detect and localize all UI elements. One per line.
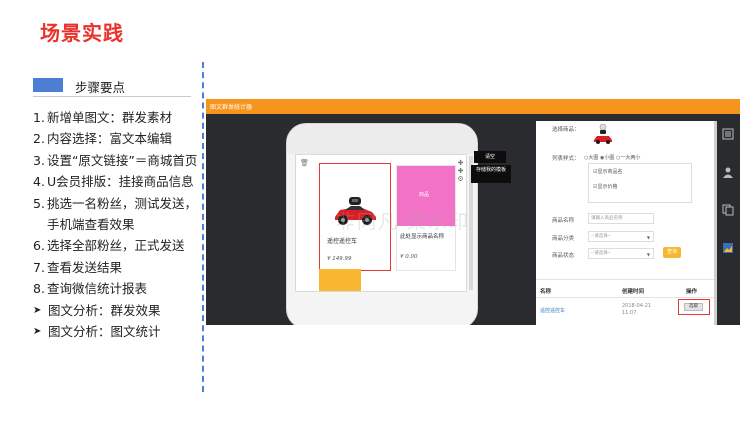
selected-product-thumbnail[interactable] [592, 124, 614, 144]
table-header-name: 名称 [540, 289, 552, 295]
app-header-bar: 图文群发统计器 [206, 99, 740, 114]
step-marker: 2. [33, 131, 45, 147]
step-item: ➤ 图文分析：群发效果 [33, 300, 201, 321]
step-item: 3. 设置“原文链接”＝商城首页 [33, 150, 201, 171]
list-style-label: 列表样式： [552, 156, 580, 162]
yellow-content-block [319, 269, 361, 291]
steps-header-accent-bar [33, 78, 63, 92]
user-icon[interactable] [722, 163, 734, 178]
app-header-title: 图文群发统计器 [210, 104, 253, 111]
save-template-tooltip-button[interactable]: 存储我的模板 [471, 165, 511, 183]
step-item: 6. 选择全部粉丝，正式发送 [33, 235, 201, 256]
step-text: 设置“原文链接”＝商城首页 [46, 152, 198, 168]
display-options-box: ☑显示商品名 ☑显示价格 [588, 163, 692, 203]
step-item: 7. 查看发送结果 [33, 257, 201, 278]
step-marker: 1. [33, 110, 45, 125]
list-style-options: ○大图 ◉小图 ○一大两小 [584, 154, 640, 161]
trash-icon[interactable]: 🗑 [300, 159, 309, 167]
arrow-bullet-icon: ➤ [33, 304, 42, 316]
settings-icon[interactable]: ⚙ [456, 175, 465, 183]
move-controls: ✚ ✚ ⚙ [456, 159, 465, 183]
phone-screen: 🗑 ✚ ✚ ⚙ 遥控遥控车 ¥ 149.99 商品 此处显示商品名称 ¥ 0.0… [295, 154, 467, 292]
step-item: 2. 内容选择：富文本编辑 [33, 128, 201, 149]
phone-top-bezel [287, 124, 477, 154]
radio-option[interactable]: ○一大两小 [616, 155, 640, 161]
status-label: 商品状态 [552, 253, 575, 259]
table-divider [536, 279, 714, 280]
show-price-checkbox[interactable]: ☑显示价格 [593, 183, 618, 190]
step-item: 1. 新增单图文：群发素材 [33, 107, 201, 128]
radio-option-selected[interactable]: ◉小图 [600, 155, 614, 161]
step-text: 图文分析：群发效果 [48, 302, 161, 318]
show-name-checkbox[interactable]: ☑显示商品名 [593, 168, 623, 175]
steps-header-label: 步骤要点 [75, 80, 126, 95]
step-item: 4. U会员排版：挂接商品信息 [33, 171, 201, 192]
step-text: 内容选择：富文本编辑 [46, 131, 172, 147]
status-select[interactable]: --请选择-- ▼ [588, 248, 654, 259]
list-icon[interactable] [722, 125, 734, 140]
step-text: 挑选一名粉丝，测试发送，手机端查看效果 [46, 195, 197, 233]
product-name-label: 商品名称 [552, 218, 575, 224]
step-text: 图文分析：图文统计 [48, 324, 161, 340]
watermark: 非同凡·柔水印 [336, 211, 467, 233]
step-text: U会员排版：挂接商品信息 [46, 174, 194, 190]
step-marker: 3. [33, 152, 45, 168]
product-price: ¥ 0.00 [400, 254, 418, 260]
step-marker: 4. [33, 174, 45, 190]
table-header-action: 操作 [686, 289, 698, 295]
panel-scrollbar[interactable] [714, 121, 717, 325]
step-marker: 5. [33, 195, 45, 211]
category-label: 商品分类 [552, 236, 575, 242]
add-icon[interactable]: ✚ [456, 167, 465, 175]
product-price: ¥ 149.99 [327, 256, 352, 262]
select-product-highlight: 选取 [678, 299, 710, 315]
table-cell-name[interactable]: 遥控遥控车 [540, 307, 565, 314]
step-marker: 6. [33, 238, 45, 254]
page-title: 场景实践 [40, 21, 124, 45]
step-marker: 7. [33, 259, 45, 275]
copy-icon[interactable] [722, 201, 734, 216]
table-header-created: 创建时间 [622, 289, 645, 295]
phone-preview: 🗑 ✚ ✚ ⚙ 遥控遥控车 ¥ 149.99 商品 此处显示商品名称 ¥ 0.0… [286, 123, 478, 325]
steps-header-divider [33, 96, 191, 97]
step-text: 查看发送结果 [46, 259, 122, 275]
image-icon[interactable] [722, 239, 734, 253]
product-settings-panel: 选择商品： 列表样式： ○大图 ◉小图 ○一大两小 ☑显示商品名 ☑显示价格 商… [536, 121, 714, 325]
select-button[interactable]: 选取 [684, 303, 703, 311]
dashed-divider [202, 62, 204, 392]
chevron-down-icon: ▼ [646, 235, 650, 240]
step-text: 查询微信统计报表 [46, 281, 147, 297]
step-marker: 8. [33, 281, 45, 297]
step-item: 8. 查询微信统计报表 [33, 278, 201, 299]
product-image-label: 商品 [419, 192, 430, 198]
arrow-bullet-icon: ➤ [33, 326, 42, 338]
radio-option[interactable]: ○大图 [584, 155, 598, 161]
query-button[interactable]: 查询 [663, 247, 681, 258]
step-text: 新增单图文：群发素材 [46, 110, 172, 125]
step-item: ➤ 图文分析：图文统计 [33, 321, 201, 342]
app-screenshot: 图文群发统计器 🗑 ✚ ✚ ⚙ 遥控遥控车 ¥ 149.99 商品 此处显示商品… [206, 99, 740, 325]
steps-header: 步骤要点 [33, 77, 191, 97]
table-cell-time: 11:07 [622, 310, 637, 316]
category-select[interactable]: --请选择-- ▼ [588, 231, 654, 242]
product-name-input[interactable]: 请输入商品名称 [588, 213, 654, 224]
step-text: 选择全部粉丝，正式发送 [46, 238, 185, 254]
chevron-down-icon: ▼ [646, 252, 650, 257]
table-divider [536, 297, 714, 298]
steps-list: 1. 新增单图文：群发素材 2. 内容选择：富文本编辑 3. 设置“原文链接”＝商城首… [33, 107, 201, 342]
step-item: 5. 挑选一名粉丝，测试发送，手机端查看效果 [33, 193, 201, 236]
select-product-label: 选择商品： [552, 127, 580, 133]
table-cell-date: 2018-04-21 [622, 303, 652, 309]
product-name: 遥控遥控车 [327, 238, 358, 245]
right-sidebar [720, 125, 736, 277]
clear-tooltip-button[interactable]: 请空 [474, 151, 506, 163]
add-icon[interactable]: ✚ [456, 159, 465, 167]
